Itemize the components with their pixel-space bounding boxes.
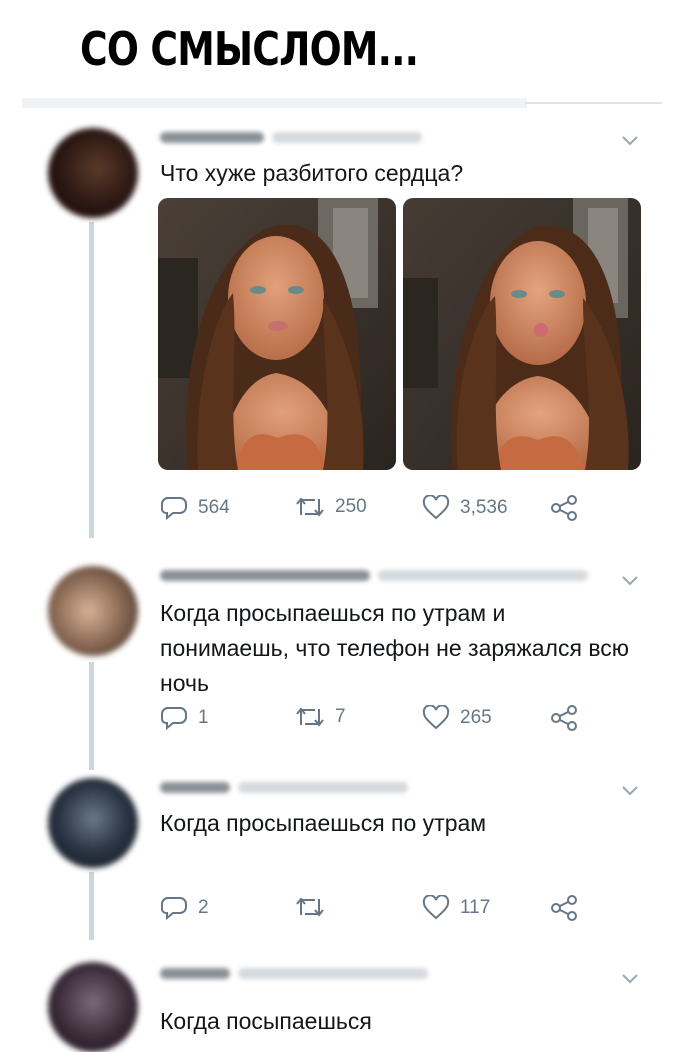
retweet-icon [296,897,324,917]
tweet-text: Что хуже разбитого сердца? [160,160,464,186]
chevron-down-icon[interactable] [620,971,640,985]
share-button[interactable] [550,705,578,731]
like-count: 265 [460,707,492,728]
tweet-image[interactable] [403,198,641,470]
like-icon [422,705,450,730]
like-button[interactable]: 117 [422,895,490,921]
tweet-actions: 564 250 3,536 [160,495,600,525]
reply-count: 2 [198,897,209,918]
tweet-author-meta [160,780,408,794]
reply-button[interactable]: 1 [160,705,209,731]
like-button[interactable]: 265 [422,705,492,731]
avatar[interactable] [48,566,138,656]
tweet-actions: 1 7 265 [160,705,600,735]
avatar[interactable] [48,778,138,868]
tweet-actions: 2 117 [160,895,600,925]
reply-button[interactable]: 2 [160,895,209,921]
reply-icon [161,707,187,731]
tweet-text: Когда посыпаешься [160,1008,372,1034]
like-icon [422,495,450,520]
reply-button[interactable]: 564 [160,495,230,521]
reply-count: 564 [198,497,230,518]
chevron-down-icon[interactable] [620,573,640,587]
retweet-icon [296,707,324,727]
tweet-image[interactable] [158,198,396,470]
tweet-text: Когда просыпаешься по утрам и понимаешь,… [160,600,636,696]
like-button[interactable]: 3,536 [422,495,508,521]
chevron-down-icon[interactable] [620,133,640,147]
tweet-author-meta [160,568,588,582]
retweet-icon [296,497,324,517]
like-count: 117 [460,897,491,918]
avatar[interactable] [48,128,138,218]
like-icon [422,895,450,920]
like-count: 3,536 [460,497,508,518]
divider [525,102,662,104]
retweet-count: 250 [335,496,367,517]
thread-line [89,872,94,940]
avatar[interactable] [48,962,138,1052]
share-icon [551,895,577,921]
tweet-text: Когда просыпаешься по утрам [160,810,487,836]
thread-line [89,662,94,770]
reply-count: 1 [198,707,209,728]
share-button[interactable] [550,895,578,921]
tweet-author-meta [160,966,428,980]
share-button[interactable] [550,495,578,521]
retweet-button[interactable]: 7 [295,705,346,729]
chevron-down-icon[interactable] [620,783,640,797]
share-icon [551,705,577,731]
reply-icon [161,897,187,921]
share-icon [551,495,577,521]
tweet-author-meta [160,130,422,144]
header-title: СО СМЫСЛОМ... [80,22,419,76]
reply-icon [161,497,187,521]
retweet-button[interactable]: 250 [295,495,367,519]
divider [22,98,527,108]
retweet-button[interactable] [295,895,335,919]
thread-line [89,222,94,538]
retweet-count: 7 [335,706,346,727]
